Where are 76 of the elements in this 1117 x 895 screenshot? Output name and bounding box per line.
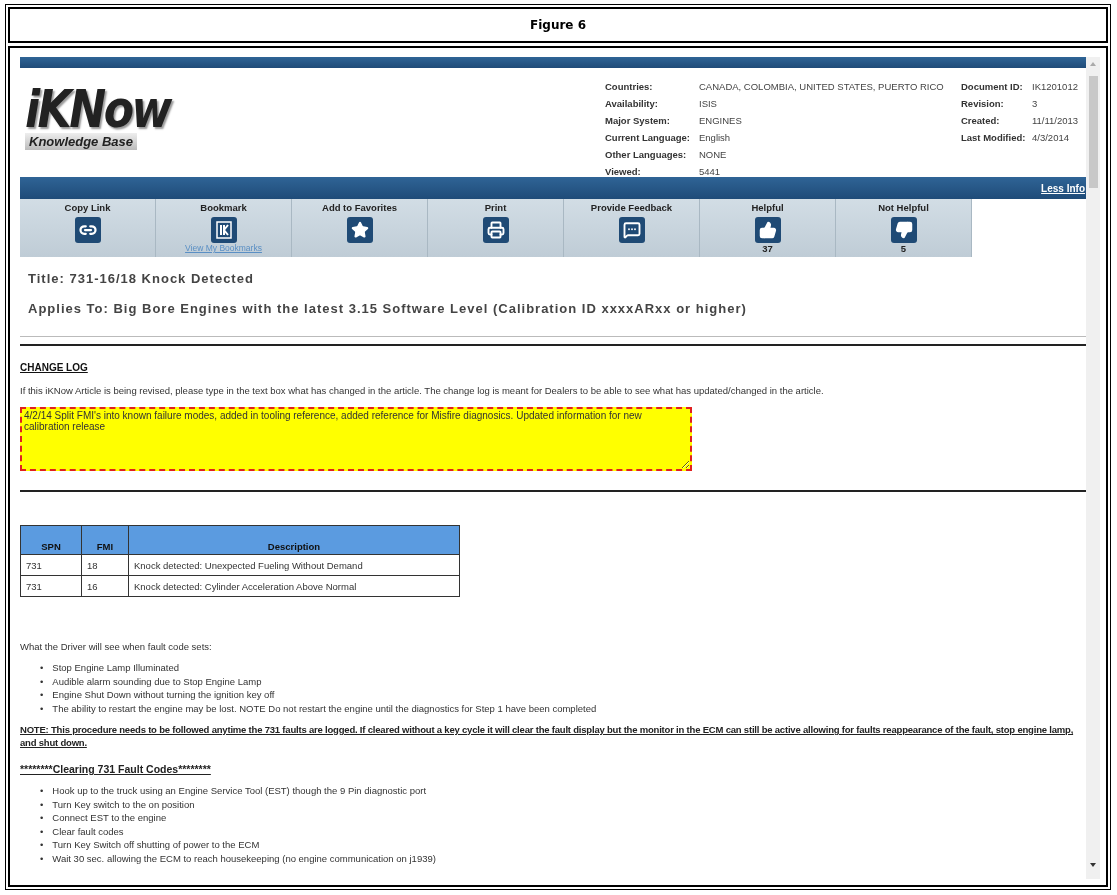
toolbar-button[interactable]: Print	[428, 199, 564, 257]
speech-bubble-icon	[618, 217, 645, 243]
bookmark-icon	[210, 217, 237, 243]
bullet: •	[40, 661, 44, 675]
table-cell: 16	[81, 575, 129, 597]
table-cell: Knock detected: Unexpected Fueling Without Demand	[128, 554, 460, 576]
meta-label: Revision:	[961, 98, 1005, 110]
table-cell: Knock detected: Cylinder Acceleration Above Normal	[128, 575, 460, 597]
meta-label: Availability:	[605, 98, 659, 110]
vote-count: 37	[762, 243, 773, 254]
table-cell: 731	[20, 575, 82, 597]
toolbar-button[interactable]: Add to Favorites	[292, 199, 428, 257]
list-item: The ability to restart the engine may be lost. NOTE Do not restart the engine until the diagnostics for Step 1 have been completed	[52, 701, 597, 715]
change-log-field[interactable]: 4/2/14 Split FMI's into known failure modes, added in tooling reference, added reference for Misfire diagnosics. Updated information for new calibration release	[20, 407, 692, 471]
section-heading: ********Clearing 731 Fault Codes********	[20, 763, 212, 775]
print-icon	[482, 217, 509, 243]
meta-value: 5441	[699, 166, 722, 178]
bullet: •	[40, 811, 44, 825]
toolbar-button[interactable]: Provide Feedback	[564, 199, 700, 257]
column-header: Description	[128, 525, 460, 555]
list-item: Clear fault codes	[52, 824, 124, 838]
list-item: Wait 30 sec. allowing the ECM to reach housekeeping (no engine communication on j1939)	[52, 851, 436, 865]
article-title: Title: 731-16/18 Knock Detected	[28, 271, 255, 286]
note-text: NOTE: This procedure needs to be followed anytime the 731 faults are logged. If cleared without a key cycle it will clear the fault display but the monitor in the ECM can still be active allowing for faults reappearance of the fault, stop engine lamp, and shut down.	[20, 724, 1075, 749]
less-info-link[interactable]: Less Info	[1041, 182, 1086, 194]
meta-value: 11/11/2013	[1032, 115, 1079, 127]
bullet: •	[40, 851, 44, 865]
change-log-description: If this iKNow Article is being revised, please type in the text box what has changed in the article. The change log is meant for Dealers to be able to see what has updated/changed in the article.	[20, 385, 825, 396]
column-header: SPN	[20, 525, 82, 555]
column-header: FMI	[81, 525, 129, 555]
thumbs-down-icon	[890, 217, 917, 243]
applies-to: Applies To: Big Bore Engines with the latest 3.15 Software Level (Calibration ID xxxxARxx or higher)	[28, 301, 748, 316]
link-icon	[74, 217, 101, 243]
scrollbar[interactable]	[1086, 57, 1100, 879]
driver-intro: What the Driver will see when fault code sets:	[20, 641, 213, 652]
table-cell: 18	[81, 554, 129, 576]
toolbar-button[interactable]: Bookmark View My Bookmarks	[156, 199, 292, 257]
meta-value: CANADA, COLOMBIA, UNITED STATES, PUERTO RICO	[699, 81, 945, 93]
meta-label: Created:	[961, 115, 1001, 127]
list-item: Stop Engine Lamp Illuminated	[52, 661, 180, 675]
toolbar-button[interactable]: Copy Link	[20, 199, 156, 257]
meta-label: Viewed:	[605, 166, 642, 178]
thumbs-up-icon	[754, 217, 781, 243]
meta-value: English	[699, 132, 732, 144]
bullet: •	[40, 797, 44, 811]
list-item: Engine Shut Down without turning the ignition key off	[52, 688, 275, 702]
vote-count: 5	[900, 243, 907, 254]
list-item: Turn Key switch to the on position	[52, 797, 195, 811]
list-item: Hook up to the truck using an Engine Service Tool (EST) though the 9 Pin diagnostic port	[52, 784, 427, 798]
meta-value: NONE	[699, 149, 728, 161]
meta-label: Current Language:	[605, 132, 691, 144]
meta-value: IK1201012	[1032, 81, 1079, 93]
bullet: •	[40, 701, 44, 715]
bullet: •	[40, 838, 44, 852]
bullet: •	[40, 688, 44, 702]
section-heading: CHANGE LOG	[20, 362, 89, 373]
meta-value: 4/3/2014	[1032, 132, 1070, 144]
bullet: •	[40, 674, 44, 688]
meta-label: Other Languages:	[605, 149, 688, 161]
iknow-logo: iKNow Knowledge Base	[25, 85, 173, 150]
meta-value: 3	[1032, 98, 1039, 110]
toolbar-button[interactable]: Not Helpful 5	[836, 199, 972, 257]
meta-label: Document ID:	[961, 81, 1024, 93]
meta-value: ISIS	[699, 98, 718, 110]
table-cell: 731	[20, 554, 82, 576]
meta-label: Countries:	[605, 81, 654, 93]
list-item: Turn Key Switch off shutting of power to the ECM	[52, 838, 260, 852]
toolbar-button[interactable]: Helpful 37	[700, 199, 836, 257]
list-item: Audible alarm sounding due to Stop Engine Lamp	[52, 674, 262, 688]
figure-caption: Figure 6	[530, 18, 586, 32]
meta-value: ENGINES	[699, 115, 743, 127]
bullet: •	[40, 824, 44, 838]
meta-label: Major System:	[605, 115, 671, 127]
meta-label: Last Modified:	[961, 132, 1027, 144]
list-item: Connect EST to the engine	[52, 811, 167, 825]
bullet: •	[40, 784, 44, 798]
